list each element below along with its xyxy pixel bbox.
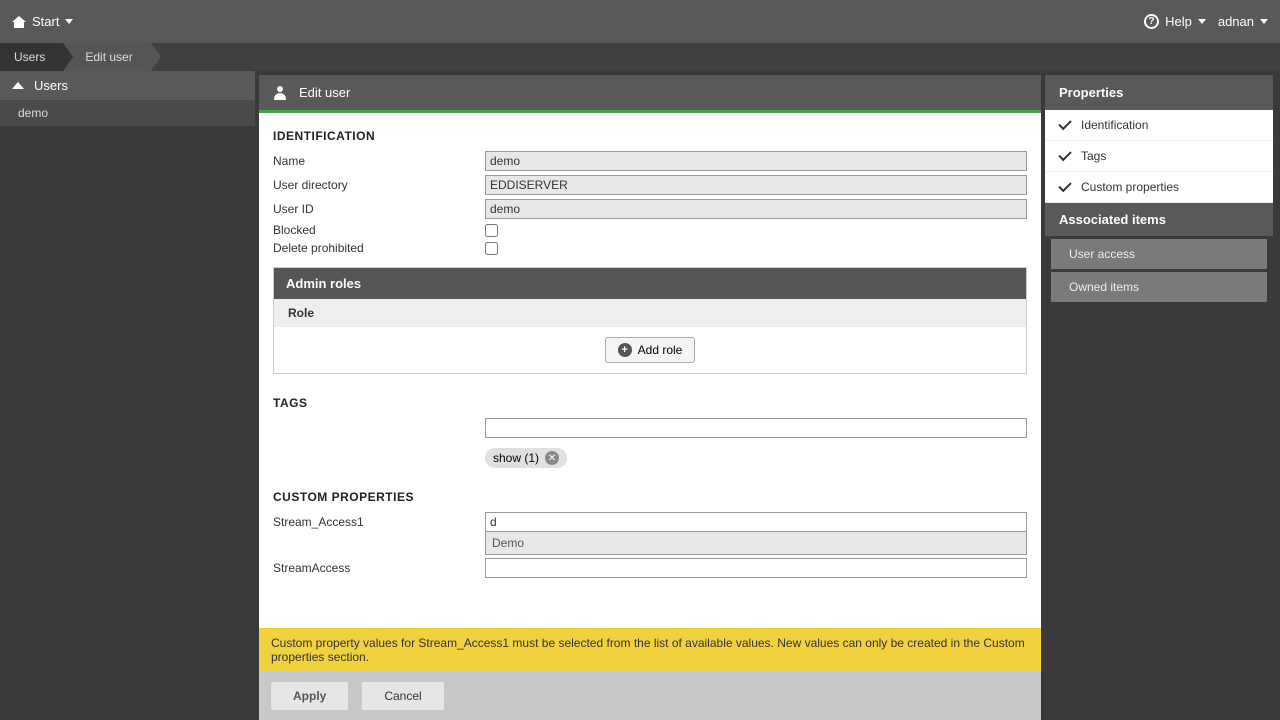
apply-button[interactable]: Apply [271,682,348,710]
cancel-button[interactable]: Cancel [362,682,443,710]
associated-item-user-access[interactable]: User access [1051,239,1267,269]
breadcrumb-edit-user[interactable]: Edit user [63,43,150,71]
directory-label: User directory [273,178,485,192]
associated-item-owned-items[interactable]: Owned items [1051,272,1267,302]
caret-down-icon [1198,19,1206,24]
properties-header: Properties [1045,75,1273,110]
identification-title: IDENTIFICATION [273,129,1027,143]
delete-prohibited-checkbox[interactable] [485,242,498,255]
user-icon [273,86,287,100]
userid-input[interactable] [485,199,1027,219]
associated-items-header: Associated items [1045,203,1273,236]
breadcrumb-users[interactable]: Users [0,43,63,71]
content: Edit user IDENTIFICATION Name User direc… [259,75,1041,720]
tag-chip: show (1) ✕ [485,448,567,468]
properties-item-custom-properties[interactable]: Custom properties [1045,172,1273,203]
help-icon: ? [1144,14,1159,29]
name-label: Name [273,154,485,168]
start-menu[interactable]: Start [12,14,73,29]
help-label: Help [1165,14,1192,29]
blocked-checkbox[interactable] [485,224,498,237]
custom-properties-title: CUSTOM PROPERTIES [273,490,1027,504]
userid-label: User ID [273,202,485,216]
page-title: Edit user [299,85,350,100]
start-label: Start [32,14,59,29]
stream-access-label: StreamAccess [273,561,485,575]
stream-access1-label: Stream_Access1 [273,515,485,529]
delete-prohibited-label: Delete prohibited [273,241,485,255]
breadcrumb: Users Edit user [0,43,1280,71]
content-header: Edit user [259,75,1041,110]
tags-title: TAGS [273,396,1027,410]
sidebar: Users demo [0,71,255,720]
properties-item-tags[interactable]: Tags [1045,141,1273,172]
tags-input[interactable] [485,418,1027,438]
properties-item-identification[interactable]: Identification [1045,110,1273,141]
home-icon [12,16,26,28]
sidebar-header-users[interactable]: Users [0,71,255,100]
add-role-label: Add role [638,343,683,357]
warning-bar: Custom property values for Stream_Access… [259,628,1041,672]
action-bar: Apply Cancel [259,672,1041,720]
tag-remove-icon[interactable]: ✕ [545,451,559,465]
right-panel: Properties Identification Tags Custom pr… [1045,75,1273,720]
rp-item-label: Custom properties [1081,180,1179,194]
directory-input[interactable] [485,175,1027,195]
plus-circle-icon: + [618,343,632,357]
topbar: Start ? Help adnan [0,0,1280,43]
check-icon [1058,117,1071,130]
check-icon [1058,148,1071,161]
caret-down-icon [1260,19,1268,24]
admin-roles-section: Admin roles Role + Add role [273,267,1027,374]
add-role-button[interactable]: + Add role [605,337,696,363]
user-menu[interactable]: adnan [1218,14,1268,29]
name-input[interactable] [485,151,1027,171]
caret-down-icon [65,19,73,24]
sidebar-item-demo[interactable]: demo [0,100,255,126]
username-label: adnan [1218,14,1254,29]
admin-roles-title: Admin roles [274,268,1026,299]
rp-item-label: Tags [1081,149,1106,163]
autocomplete-suggestion[interactable]: Demo [485,532,1027,555]
stream-access-input[interactable] [485,558,1027,578]
rp-item-label: Identification [1081,118,1148,132]
role-column-header: Role [274,299,1026,327]
blocked-label: Blocked [273,223,485,237]
stream-access1-input[interactable] [485,512,1027,532]
tag-label: show (1) [493,451,539,465]
help-menu[interactable]: ? Help [1144,14,1206,29]
chevron-up-icon [12,82,24,89]
sidebar-header-label: Users [34,78,68,93]
check-icon [1058,179,1071,192]
